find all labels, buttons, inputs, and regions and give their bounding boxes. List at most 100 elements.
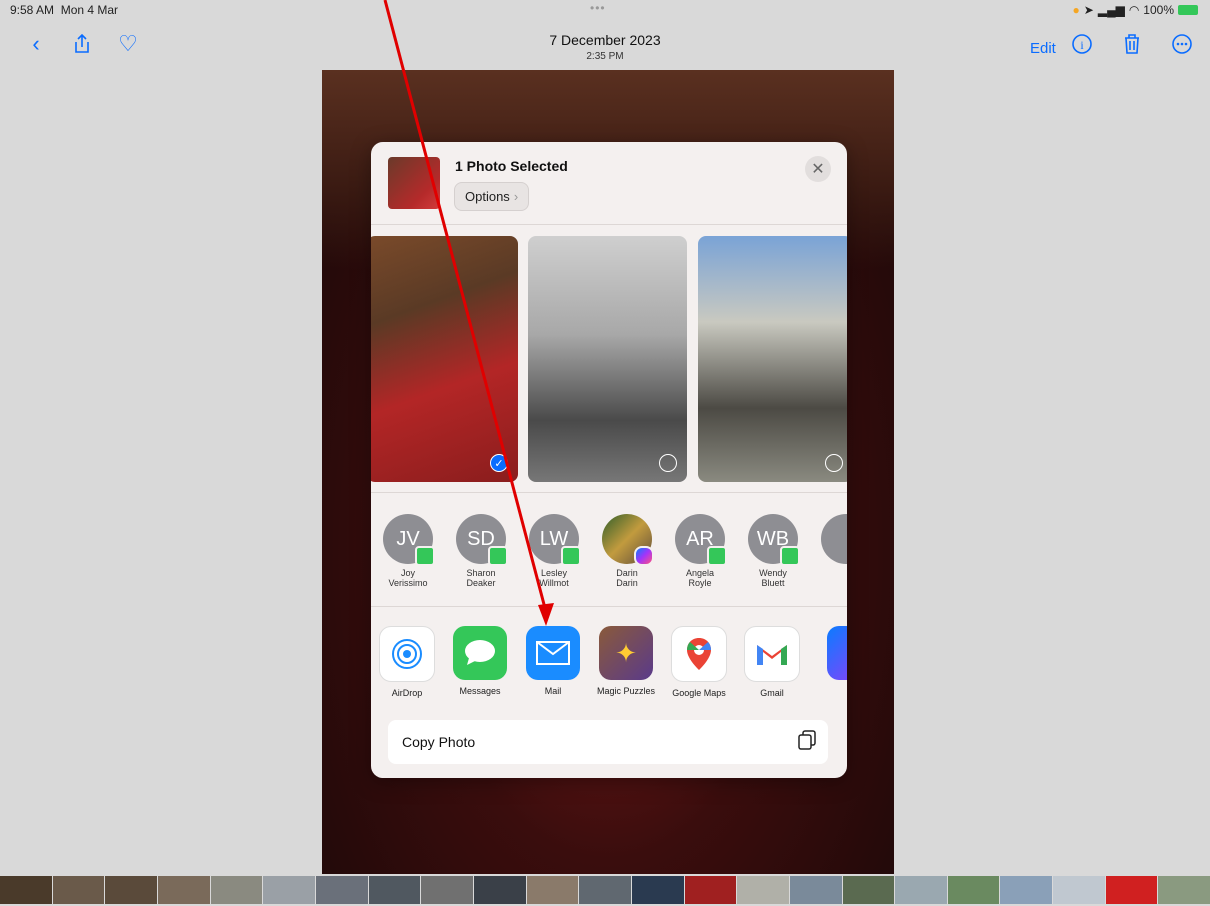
messenger-badge-icon xyxy=(634,546,654,566)
filmstrip-thumbnail[interactable] xyxy=(421,876,473,904)
messages-badge-icon xyxy=(707,546,727,566)
google-maps-icon xyxy=(671,626,727,682)
divider xyxy=(371,606,847,607)
filmstrip-thumbnail[interactable] xyxy=(315,876,368,904)
avatar: AR xyxy=(675,514,727,566)
wifi-icon: ◠ xyxy=(1128,3,1140,17)
avatar xyxy=(602,514,654,566)
copy-photo-button[interactable]: Copy Photo xyxy=(388,720,828,764)
photo-filmstrip[interactable] xyxy=(0,874,1210,906)
filmstrip-thumbnail[interactable] xyxy=(157,876,210,904)
unselected-circle-icon[interactable] xyxy=(825,454,843,472)
battery-label: 100% xyxy=(1143,3,1174,17)
status-time: 9:58 AM Mon 4 Mar xyxy=(10,3,119,17)
contact-sharon-deaker[interactable]: SD Sharon Deaker xyxy=(450,514,512,588)
app-messenger-partial[interactable] xyxy=(809,626,847,680)
edit-button[interactable]: Edit xyxy=(1030,40,1056,57)
avatar xyxy=(821,514,847,564)
filmstrip-thumbnail[interactable] xyxy=(368,876,421,904)
photo-option-3[interactable] xyxy=(698,236,847,482)
orange-dot-icon: ● xyxy=(1072,3,1080,17)
avatar: WB xyxy=(748,514,800,566)
filmstrip-thumbnail[interactable] xyxy=(0,876,52,904)
filmstrip-thumbnail[interactable] xyxy=(1158,876,1210,904)
photo-toolbar: ‹ ♡ 7 December 2023 2:35 PM Edit i xyxy=(0,22,1210,70)
contact-name: Lesley Willmot xyxy=(539,568,569,588)
chevron-right-icon: › xyxy=(513,189,519,204)
filmstrip-thumbnail[interactable] xyxy=(895,876,947,904)
contact-wendy-bluett[interactable]: WB Wendy Bluett xyxy=(742,514,804,588)
filmstrip-thumbnail[interactable] xyxy=(789,876,842,904)
avatar: JV xyxy=(383,514,435,566)
messages-icon xyxy=(453,626,507,680)
contact-name: Angela Royle xyxy=(685,568,715,588)
contact-name: Sharon Deaker xyxy=(466,568,496,588)
close-icon[interactable]: ✕ xyxy=(805,156,831,182)
unselected-circle-icon[interactable] xyxy=(659,454,677,472)
airdrop-icon xyxy=(379,626,435,682)
app-airdrop[interactable]: AirDrop xyxy=(371,626,443,698)
filmstrip-thumbnail[interactable] xyxy=(263,876,315,904)
app-label: Google Maps xyxy=(672,688,726,698)
contact-angela-royle[interactable]: AR Angela Royle xyxy=(669,514,731,588)
filmstrip-thumbnail[interactable] xyxy=(1000,876,1053,904)
filmstrip-thumbnail[interactable] xyxy=(1105,876,1158,904)
svg-text:i: i xyxy=(1080,38,1084,52)
contact-name: Wendy Bluett xyxy=(759,568,787,588)
messages-badge-icon xyxy=(561,546,581,566)
divider xyxy=(371,224,847,225)
messenger-icon xyxy=(827,626,847,680)
app-magic-puzzles[interactable]: ✦ Magic Puzzles xyxy=(590,626,662,696)
messages-badge-icon xyxy=(415,546,435,566)
app-label: Gmail xyxy=(760,688,784,698)
filmstrip-thumbnail[interactable] xyxy=(105,876,157,904)
contact-name: Joy Verissimo xyxy=(388,568,428,588)
messages-badge-icon xyxy=(488,546,508,566)
filmstrip-thumbnail[interactable] xyxy=(1053,876,1105,904)
filmstrip-thumbnail[interactable] xyxy=(210,876,263,904)
avatar: SD xyxy=(456,514,508,566)
puzzle-icon: ✦ xyxy=(599,626,653,680)
contact-lesley-willmot[interactable]: LW Lesley Willmot xyxy=(523,514,585,588)
contact-darin-darin[interactable]: Darin Darin xyxy=(596,514,658,588)
page-subtitle: 2:35 PM xyxy=(586,51,624,62)
location-icon: ➤ xyxy=(1083,3,1094,17)
filmstrip-thumbnail[interactable] xyxy=(52,876,105,904)
share-sheet: 1 Photo Selected Options › ✕ ✓ JV Joy Ver… xyxy=(371,142,847,778)
photo-option-2[interactable] xyxy=(528,236,687,482)
mail-icon xyxy=(526,626,580,680)
filmstrip-thumbnail[interactable] xyxy=(526,876,579,904)
filmstrip-thumbnail[interactable] xyxy=(579,876,631,904)
more-icon[interactable] xyxy=(1168,30,1196,58)
contact-partial[interactable] xyxy=(815,514,847,564)
multitasking-dots-icon[interactable]: ••• xyxy=(590,1,606,15)
info-icon[interactable]: i xyxy=(1068,30,1096,58)
avatar: LW xyxy=(529,514,581,566)
filmstrip-thumbnail[interactable] xyxy=(684,876,737,904)
battery-icon xyxy=(1178,5,1198,15)
app-label: Magic Puzzles xyxy=(596,686,656,696)
share-sheet-title: 1 Photo Selected xyxy=(455,158,568,174)
filmstrip-thumbnail[interactable] xyxy=(473,876,526,904)
copy-icon xyxy=(798,730,816,755)
photo-option-1[interactable]: ✓ xyxy=(371,236,518,482)
gmail-icon xyxy=(744,626,800,682)
contact-name: Darin Darin xyxy=(616,568,638,588)
contact-joy-verissimo[interactable]: JV Joy Verissimo xyxy=(377,514,439,588)
page-title: 7 December 2023 xyxy=(549,32,661,48)
app-messages[interactable]: Messages xyxy=(444,626,516,696)
copy-photo-label: Copy Photo xyxy=(402,734,476,750)
checkmark-selected-icon[interactable]: ✓ xyxy=(490,454,508,472)
signal-icon: ▂▄▆ xyxy=(1097,3,1125,17)
app-label: AirDrop xyxy=(391,688,423,698)
filmstrip-thumbnail[interactable] xyxy=(842,876,895,904)
filmstrip-thumbnail[interactable] xyxy=(947,876,1000,904)
trash-icon[interactable] xyxy=(1118,30,1146,58)
filmstrip-thumbnail[interactable] xyxy=(737,876,789,904)
options-button[interactable]: Options › xyxy=(454,182,530,211)
app-gmail[interactable]: Gmail xyxy=(736,626,808,698)
filmstrip-thumbnail[interactable] xyxy=(631,876,684,904)
app-mail[interactable]: Mail xyxy=(517,626,589,696)
app-label: Messages xyxy=(459,686,501,696)
app-google-maps[interactable]: Google Maps xyxy=(663,626,735,698)
